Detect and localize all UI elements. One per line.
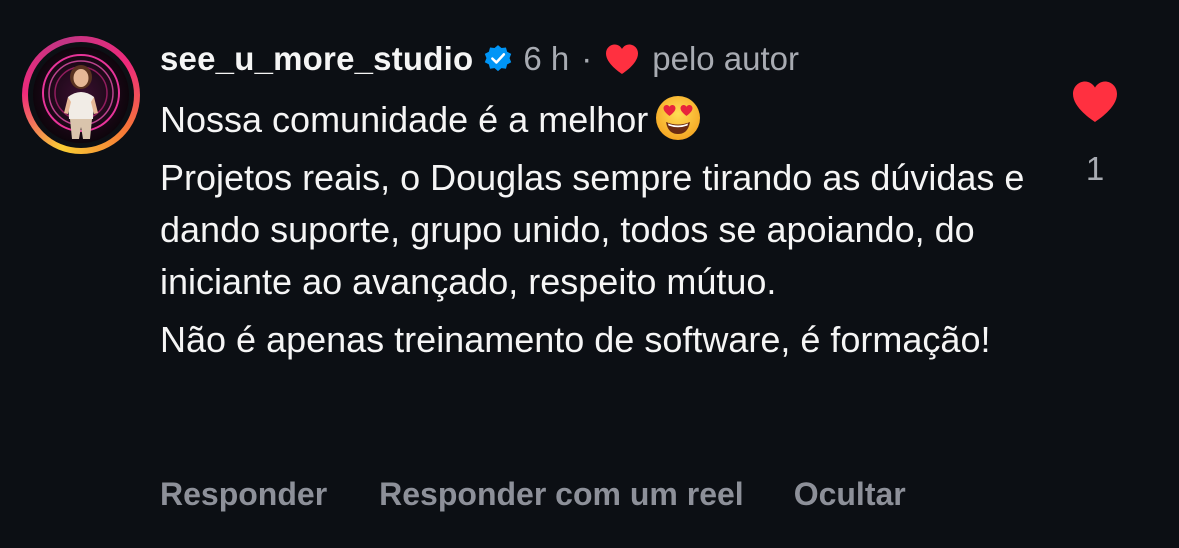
comment-item: see_u_more_studio 6 h · pelo autor Nossa… [0, 0, 1179, 548]
comment-actions: Responder Responder com um reel Ocultar [160, 476, 906, 513]
hide-button[interactable]: Ocultar [794, 476, 906, 513]
reply-button[interactable]: Responder [160, 476, 327, 513]
like-count: 1 [1085, 150, 1105, 187]
heart-icon [1073, 81, 1117, 122]
username-link[interactable]: see_u_more_studio [160, 40, 473, 78]
like-button[interactable] [1071, 80, 1119, 124]
comment-header: see_u_more_studio 6 h · pelo autor [160, 38, 799, 80]
comment-paragraph: Projetos reais, o Douglas sempre tirando… [160, 157, 1025, 302]
comment-paragraph: Não é apenas treinamento de software, é … [160, 319, 991, 360]
avatar-story-ring[interactable] [22, 36, 140, 154]
timestamp: 6 h [523, 40, 570, 77]
heart-icon [604, 43, 640, 75]
verified-badge-icon [483, 44, 513, 74]
liked-by-author-label: pelo autor [652, 40, 800, 77]
comment-paragraph: Nossa comunidade é a melhor [160, 94, 1040, 146]
reply-with-reel-button[interactable]: Responder com um reel [379, 476, 744, 513]
comment-text: Nossa comunidade é a melhor Projetos rea… [160, 94, 1040, 372]
heart-eyes-emoji [654, 94, 702, 142]
avatar [33, 47, 129, 143]
separator-dot: · [581, 40, 593, 77]
